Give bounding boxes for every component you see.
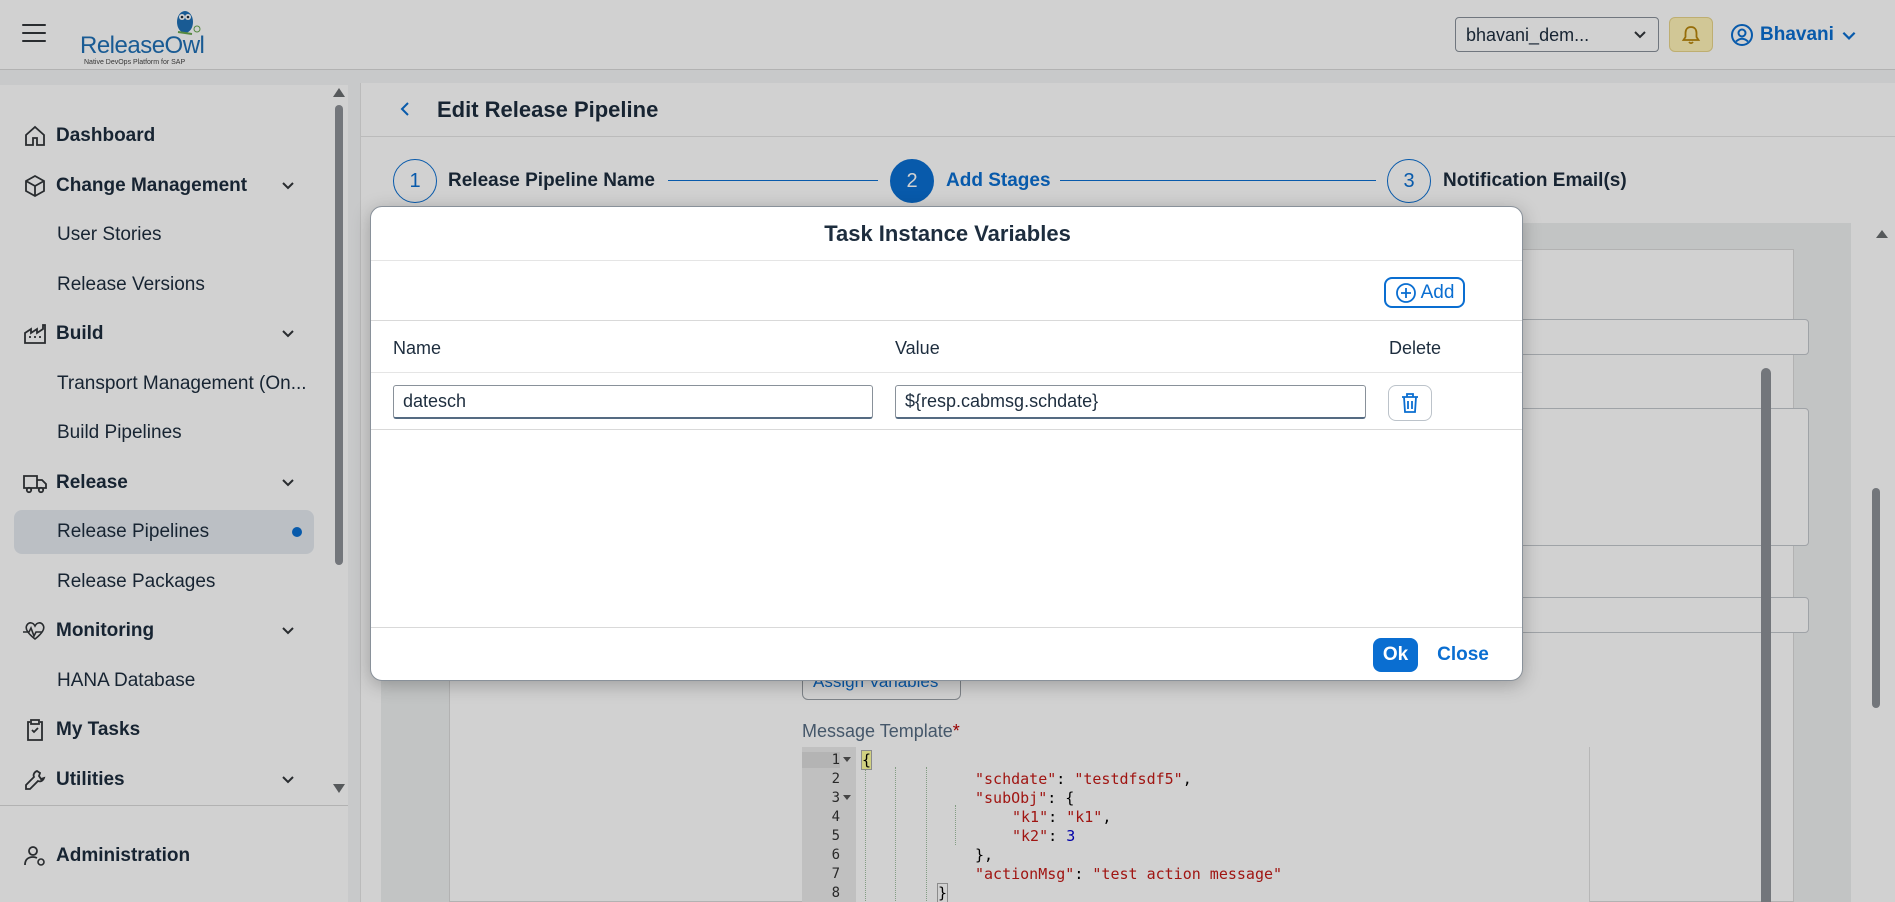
- delete-row-button[interactable]: [1388, 385, 1432, 421]
- task-instance-variables-dialog: Task Instance Variables Add Name Value D…: [370, 206, 1523, 681]
- column-header-name: Name: [393, 338, 442, 358]
- variable-value-input[interactable]: [895, 385, 1366, 419]
- ok-button[interactable]: Ok: [1373, 638, 1418, 672]
- add-variable-label: Add: [1420, 281, 1455, 303]
- add-circle-icon: [1395, 282, 1416, 303]
- column-header-delete: Delete: [1389, 338, 1442, 358]
- add-variable-button[interactable]: Add: [1384, 277, 1465, 308]
- close-button[interactable]: Close: [1433, 638, 1493, 672]
- dialog-toolbar: [371, 261, 1522, 321]
- variable-name-input[interactable]: [393, 385, 873, 419]
- table-row: [371, 373, 1522, 430]
- dialog-title: Task Instance Variables: [371, 207, 1522, 261]
- trash-icon: [1402, 393, 1418, 413]
- variables-table-header: Name Value Delete: [371, 323, 1522, 373]
- column-header-value: Value: [895, 338, 940, 358]
- dialog-footer: [371, 627, 1522, 680]
